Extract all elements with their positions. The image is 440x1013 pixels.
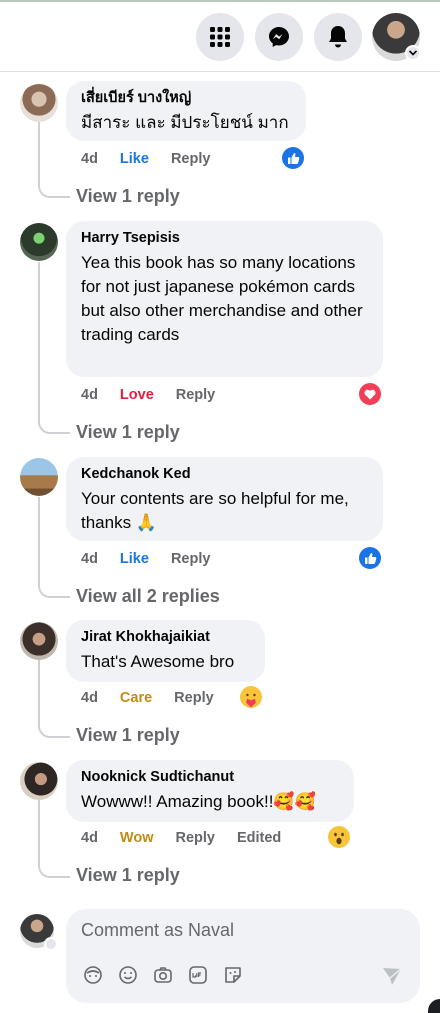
like-reaction-icon[interactable] bbox=[282, 147, 304, 169]
comment-author[interactable]: Harry Tsepisis bbox=[81, 229, 369, 248]
camera-icon[interactable] bbox=[152, 964, 174, 986]
menu-button[interactable] bbox=[196, 13, 244, 61]
thread-line bbox=[38, 660, 70, 738]
view-replies-link[interactable]: View 1 reply bbox=[76, 865, 180, 886]
comment-input[interactable]: Comment as Naval bbox=[81, 920, 234, 941]
react-button[interactable]: Like bbox=[120, 151, 149, 167]
care-reaction-icon[interactable] bbox=[240, 686, 262, 708]
comment-bubble: เสี่ยเบียร์ บางใหญ่ มีสาระ และ มีประโยชน… bbox=[66, 81, 306, 141]
react-button[interactable]: Like bbox=[120, 551, 149, 567]
top-divider bbox=[0, 0, 440, 2]
account-chevron-icon[interactable] bbox=[405, 45, 421, 61]
comment-meta: 4d Like Reply bbox=[81, 551, 232, 567]
comment-composer[interactable]: Comment as Naval bbox=[66, 909, 420, 1003]
react-button[interactable]: Wow bbox=[120, 830, 154, 846]
notifications-button[interactable] bbox=[314, 13, 362, 61]
view-replies-link[interactable]: View all 2 replies bbox=[76, 586, 220, 607]
react-button[interactable]: Care bbox=[120, 690, 152, 706]
view-replies-link[interactable]: View 1 reply bbox=[76, 186, 180, 207]
view-replies-link[interactable]: View 1 reply bbox=[76, 422, 180, 443]
comment-bubble: Harry Tsepisis Yea this book has so many… bbox=[66, 221, 383, 377]
thread-line bbox=[38, 122, 70, 198]
react-button[interactable]: Love bbox=[120, 387, 154, 403]
view-replies-link[interactable]: View 1 reply bbox=[76, 725, 180, 746]
avatar[interactable] bbox=[20, 84, 58, 122]
messenger-icon bbox=[269, 27, 289, 47]
send-icon[interactable] bbox=[382, 967, 402, 990]
comment-author[interactable]: Jirat Khokhajaikiat bbox=[81, 628, 251, 647]
comment-time[interactable]: 4d bbox=[81, 151, 98, 167]
comment-time[interactable]: 4d bbox=[81, 690, 98, 706]
comment-author[interactable]: Nooknick Sudtichanut bbox=[81, 768, 340, 787]
comment-time[interactable]: 4d bbox=[81, 551, 98, 567]
sticker-icon[interactable] bbox=[222, 964, 244, 986]
comment-text: Yea this book has so many locations for … bbox=[81, 253, 363, 344]
comment-time[interactable]: 4d bbox=[81, 830, 98, 846]
thread-line bbox=[38, 800, 70, 878]
comment-text: That's Awesome bro bbox=[81, 652, 235, 671]
comment-bubble: Jirat Khokhajaikiat That's Awesome bro bbox=[66, 620, 265, 682]
gif-icon[interactable] bbox=[187, 964, 209, 986]
wow-reaction-icon[interactable] bbox=[328, 826, 350, 848]
corner-decoration bbox=[428, 999, 440, 1013]
top-bar bbox=[0, 0, 440, 72]
comment-author[interactable]: Kedchanok Ked bbox=[81, 465, 369, 484]
comment-meta: 4d Wow Reply Edited bbox=[81, 830, 303, 846]
comment-bubble: Kedchanok Ked Your contents are so helpf… bbox=[66, 457, 383, 541]
bell-icon bbox=[329, 26, 347, 48]
reply-button[interactable]: Reply bbox=[174, 690, 214, 706]
edited-label[interactable]: Edited bbox=[237, 830, 281, 846]
comment-time[interactable]: 4d bbox=[81, 387, 98, 403]
love-reaction-icon[interactable] bbox=[359, 383, 381, 405]
avatar-sticker-icon[interactable] bbox=[82, 964, 104, 986]
avatar[interactable] bbox=[20, 622, 58, 660]
reply-button[interactable]: Reply bbox=[175, 830, 215, 846]
composer-chevron-icon[interactable] bbox=[44, 937, 58, 951]
composer-tools bbox=[82, 964, 244, 986]
like-reaction-icon[interactable] bbox=[359, 547, 381, 569]
reply-button[interactable]: Reply bbox=[171, 151, 211, 167]
avatar[interactable] bbox=[20, 458, 58, 496]
comment-meta: 4d Care Reply bbox=[81, 690, 236, 706]
comment-meta: 4d Love Reply bbox=[81, 387, 237, 403]
avatar[interactable] bbox=[20, 762, 58, 800]
comment-bubble: Nooknick Sudtichanut Wowww!! Amazing boo… bbox=[66, 760, 354, 822]
comment-text: Your contents are so helpful for me, tha… bbox=[81, 489, 349, 532]
comment-text: มีสาระ และ มีประโยชน์ มาก bbox=[81, 113, 289, 132]
comment-meta: 4d Like Reply bbox=[81, 151, 232, 167]
comment-author[interactable]: เสี่ยเบียร์ บางใหญ่ bbox=[81, 89, 292, 108]
avatar[interactable] bbox=[20, 223, 58, 261]
comment-text: Wowww!! Amazing book!!🥰🥰 bbox=[81, 792, 316, 811]
reply-button[interactable]: Reply bbox=[171, 551, 211, 567]
menu-grid-icon bbox=[210, 27, 230, 47]
emoji-icon[interactable] bbox=[117, 964, 139, 986]
messenger-button[interactable] bbox=[255, 13, 303, 61]
reply-button[interactable]: Reply bbox=[176, 387, 216, 403]
